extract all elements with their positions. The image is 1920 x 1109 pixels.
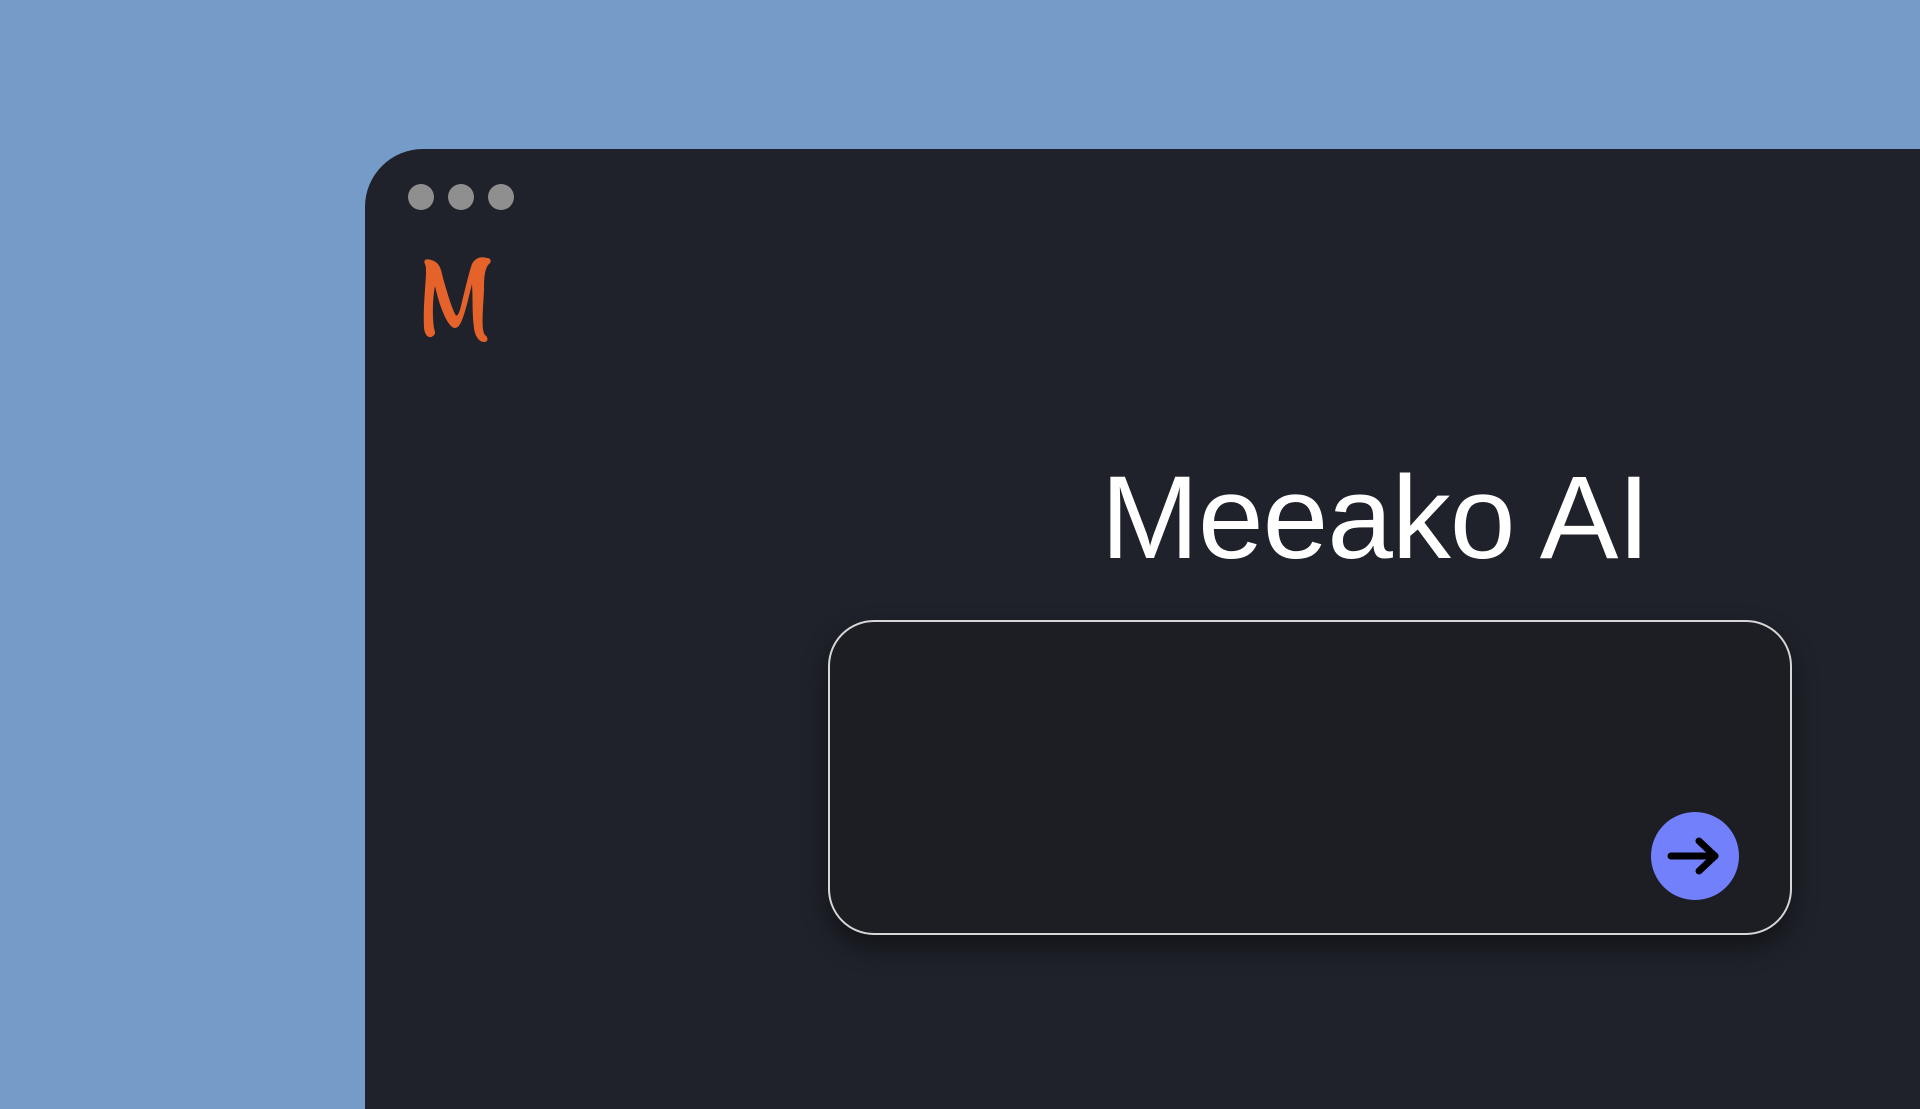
- submit-button[interactable]: [1651, 812, 1739, 900]
- maximize-window-dot[interactable]: [488, 184, 514, 210]
- prompt-box[interactable]: [828, 620, 1792, 935]
- arrow-right-icon: [1665, 836, 1725, 876]
- prompt-input[interactable]: [870, 658, 1674, 700]
- meeako-m-logo-icon: [417, 252, 504, 346]
- close-window-dot[interactable]: [408, 184, 434, 210]
- app-title: Meeako AI: [1100, 452, 1651, 584]
- window-controls: [408, 184, 514, 210]
- app-window: Meeako AI: [365, 149, 1920, 1109]
- minimize-window-dot[interactable]: [448, 184, 474, 210]
